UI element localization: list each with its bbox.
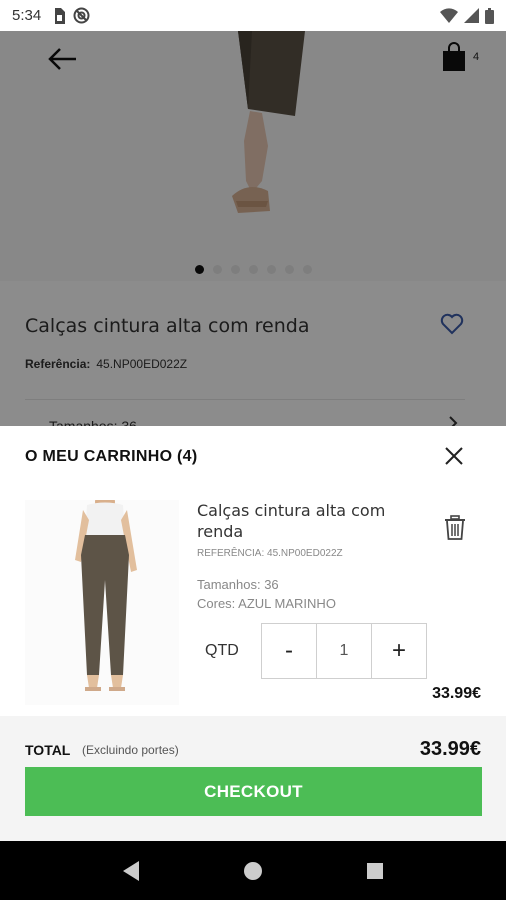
cart-item-color: Cores: AZUL MARINHO: [197, 596, 336, 611]
trash-icon[interactable]: [443, 515, 467, 541]
battery-icon: [485, 7, 494, 24]
increase-quantity-button[interactable]: +: [372, 624, 426, 678]
status-bar: 5:34: [0, 0, 506, 31]
cart-item-name[interactable]: Calças cintura alta com renda: [197, 500, 417, 542]
decrease-quantity-button[interactable]: -: [262, 624, 317, 678]
quantity-value[interactable]: 1: [317, 624, 372, 678]
cart-item-size: Tamanhos: 36: [197, 577, 279, 592]
at-sign-icon: [73, 7, 90, 24]
nav-recents-button[interactable]: [363, 859, 387, 883]
cart-item-reference: REFERÊNCIA: 45.NP00ED022Z: [197, 548, 343, 559]
cart-title: O MEU CARRINHO (4): [25, 448, 198, 465]
quantity-label: QTD: [205, 642, 239, 659]
sim-icon: [55, 7, 66, 24]
cart-item-price: 33.99€: [432, 685, 481, 702]
signal-icon: [464, 8, 479, 23]
total-area: TOTAL (Excluindo portes) 33.99€ CHECKOUT: [0, 716, 506, 841]
nav-back-icon: [123, 860, 139, 881]
total-value: 33.99€: [419, 738, 481, 760]
status-time: 5:34: [12, 7, 42, 24]
navigation-bar: [0, 841, 506, 900]
nav-back-button[interactable]: [119, 859, 143, 883]
cart-sheet: O MEU CARRINHO (4) Calças cintura alta c…: [0, 426, 506, 841]
nav-home-button[interactable]: [241, 859, 265, 883]
close-button[interactable]: [440, 442, 468, 470]
modal-backdrop[interactable]: [0, 31, 506, 426]
nav-recents-icon: [367, 862, 383, 879]
quantity-stepper: - 1 +: [261, 623, 427, 679]
total-label: TOTAL: [25, 742, 71, 758]
nav-home-icon: [244, 861, 262, 880]
total-note: (Excluindo portes): [82, 743, 179, 757]
close-icon: [445, 447, 463, 465]
cart-item-image[interactable]: [25, 492, 179, 705]
checkout-button[interactable]: CHECKOUT: [25, 767, 482, 816]
wifi-icon: [440, 8, 458, 23]
